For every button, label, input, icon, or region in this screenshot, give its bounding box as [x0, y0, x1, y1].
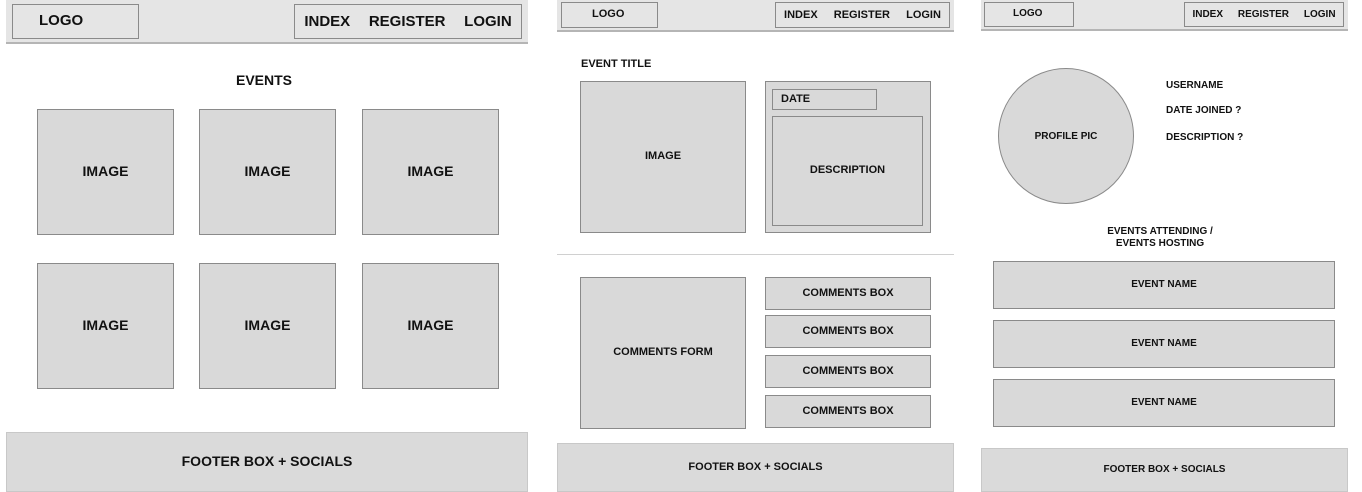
event-image[interactable]: IMAGE: [37, 263, 174, 389]
event-name-label: EVENT NAME: [1131, 396, 1197, 408]
logo[interactable]: LOGO: [984, 2, 1074, 27]
event-image[interactable]: IMAGE: [37, 109, 174, 235]
nav-register-link[interactable]: REGISTER: [1238, 9, 1289, 20]
comments-form-label: COMMENTS FORM: [613, 346, 713, 359]
date-label: DATE: [781, 92, 811, 105]
event-image[interactable]: IMAGE: [199, 263, 336, 389]
logo[interactable]: LOGO: [561, 2, 658, 28]
description-field: DESCRIPTION: [772, 116, 923, 226]
comment-box: COMMENTS BOX: [765, 395, 931, 428]
image-label: IMAGE: [244, 317, 291, 334]
profile-description: DESCRIPTION ?: [1166, 132, 1244, 143]
logo-label: LOGO: [39, 12, 84, 30]
image-label: IMAGE: [244, 163, 291, 180]
comment-box: COMMENTS BOX: [765, 315, 931, 348]
profile-pic-label: PROFILE PIC: [1034, 130, 1098, 142]
footer-label: FOOTER BOX + SOCIALS: [181, 453, 353, 470]
description-label: DESCRIPTION: [809, 164, 886, 177]
comment-box-label: COMMENTS BOX: [802, 286, 894, 299]
footer-box: FOOTER BOX + SOCIALS: [981, 448, 1348, 492]
event-name-row[interactable]: EVENT NAME: [993, 261, 1335, 309]
image-label: IMAGE: [407, 317, 454, 334]
date-joined: DATE JOINED ?: [1166, 105, 1242, 116]
event-name-row[interactable]: EVENT NAME: [993, 320, 1335, 368]
image-label: IMAGE: [407, 163, 454, 180]
logo-label: LOGO: [1013, 8, 1043, 20]
profile-pic[interactable]: PROFILE PIC: [998, 68, 1134, 204]
nav-index-link[interactable]: INDEX: [1192, 9, 1223, 20]
logo[interactable]: LOGO: [12, 4, 139, 39]
nav-register-link[interactable]: REGISTER: [834, 9, 890, 21]
comments-form[interactable]: COMMENTS FORM: [580, 277, 746, 429]
nav-login-link[interactable]: LOGIN: [464, 13, 512, 30]
comment-box-label: COMMENTS BOX: [802, 324, 894, 337]
logo-label: LOGO: [592, 8, 625, 21]
event-name-label: EVENT NAME: [1131, 278, 1197, 290]
nav-login-link[interactable]: LOGIN: [906, 9, 941, 21]
footer-box: FOOTER BOX + SOCIALS: [6, 432, 528, 492]
image-label: IMAGE: [82, 317, 129, 334]
footer-label: FOOTER BOX + SOCIALS: [688, 460, 823, 473]
footer-label: FOOTER BOX + SOCIALS: [1103, 463, 1226, 475]
nav-menu: INDEX REGISTER LOGIN: [1184, 2, 1344, 27]
event-image[interactable]: IMAGE: [580, 81, 746, 233]
events-heading-line2: EVENTS HOSTING: [1115, 238, 1205, 249]
events-heading-line1: EVENTS ATTENDING /: [1107, 225, 1213, 237]
events-heading: EVENTS: [236, 72, 293, 88]
section-divider: [557, 254, 954, 255]
event-name-label: EVENT NAME: [1131, 337, 1197, 349]
nav-index-link[interactable]: INDEX: [784, 9, 818, 21]
event-image[interactable]: IMAGE: [362, 109, 499, 235]
event-title: EVENT TITLE: [581, 58, 652, 70]
date-field: DATE: [772, 89, 877, 110]
comment-box-label: COMMENTS BOX: [802, 404, 894, 417]
event-name-row[interactable]: EVENT NAME: [993, 379, 1335, 427]
events-heading: EVENTS ATTENDING / EVENTS HOSTING: [1060, 224, 1260, 252]
nav-menu: INDEX REGISTER LOGIN: [294, 4, 522, 39]
footer-box: FOOTER BOX + SOCIALS: [557, 443, 954, 492]
nav-login-link[interactable]: LOGIN: [1304, 9, 1336, 20]
event-image[interactable]: IMAGE: [199, 109, 336, 235]
image-label: IMAGE: [644, 150, 682, 163]
nav-register-link[interactable]: REGISTER: [369, 13, 446, 30]
nav-index-link[interactable]: INDEX: [304, 13, 350, 30]
comment-box: COMMENTS BOX: [765, 277, 931, 310]
username: USERNAME: [1166, 80, 1224, 91]
comment-box-label: COMMENTS BOX: [802, 364, 894, 377]
event-image[interactable]: IMAGE: [362, 263, 499, 389]
comment-box: COMMENTS BOX: [765, 355, 931, 388]
image-label: IMAGE: [82, 163, 129, 180]
nav-menu: INDEX REGISTER LOGIN: [775, 2, 950, 28]
